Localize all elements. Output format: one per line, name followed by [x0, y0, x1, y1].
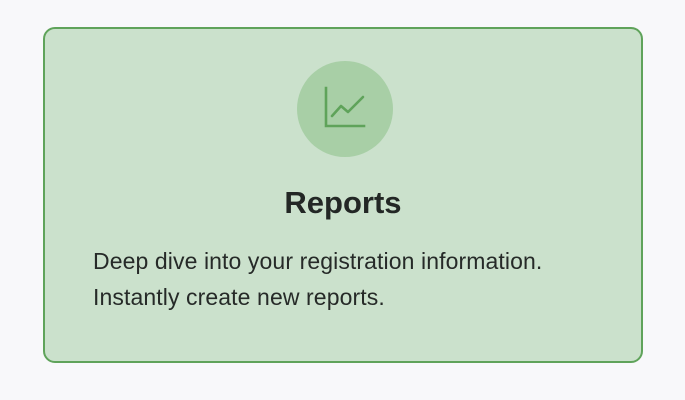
description-line: Deep dive into your registration informa… — [93, 248, 543, 274]
icon-badge — [297, 61, 393, 157]
card-title: Reports — [284, 185, 402, 220]
reports-card[interactable]: Reports Deep dive into your registration… — [43, 27, 643, 363]
chart-line-icon — [324, 86, 366, 128]
card-description: Deep dive into your registration informa… — [93, 243, 613, 315]
description-line: Instantly create new reports. — [93, 284, 385, 310]
